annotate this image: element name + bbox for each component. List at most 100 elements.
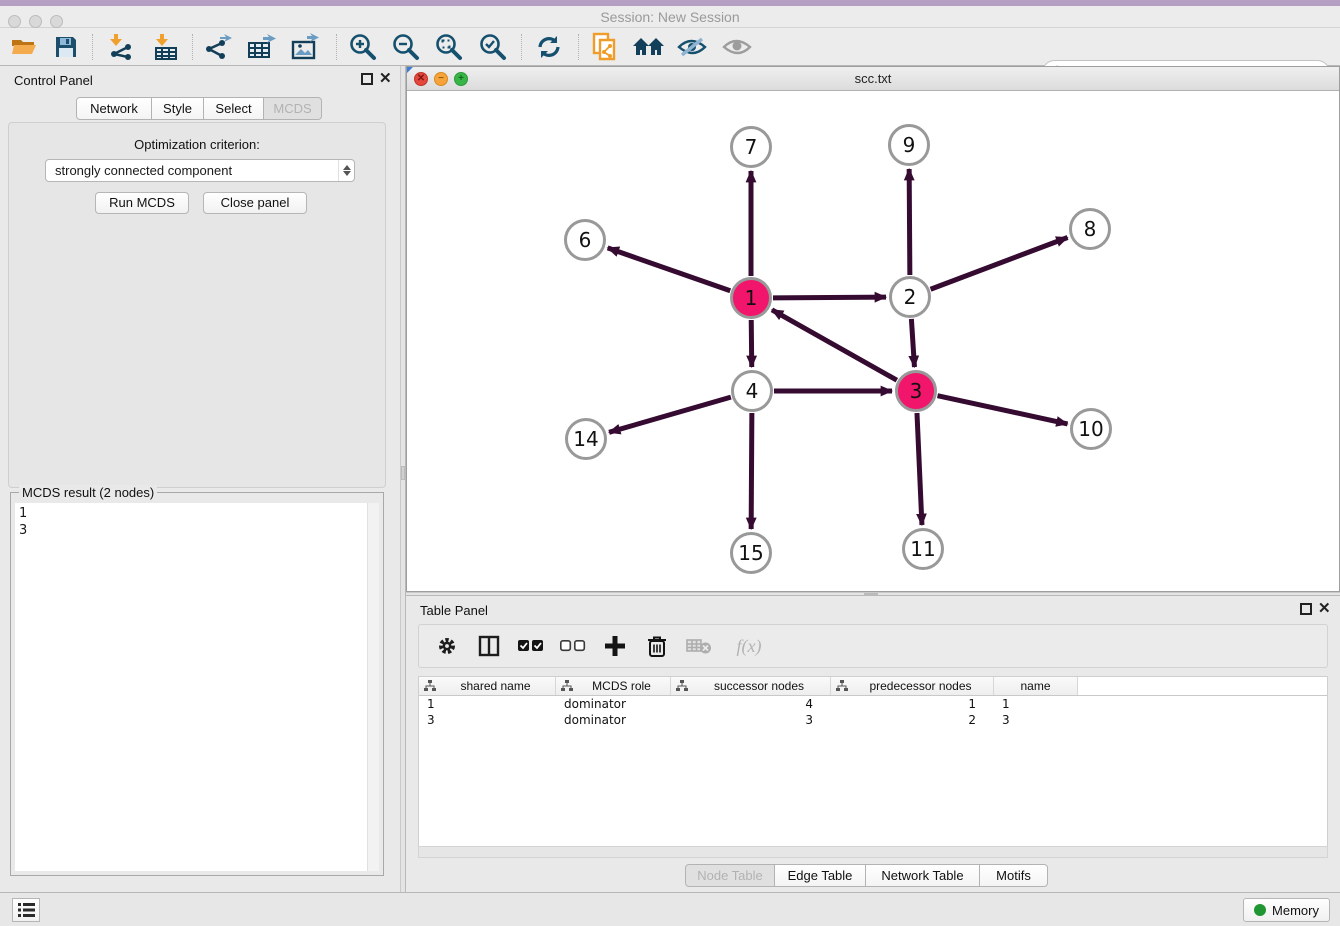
- close-panel-icon[interactable]: ✕: [1318, 601, 1331, 616]
- save-session-icon[interactable]: [48, 31, 84, 63]
- tab-edge-table[interactable]: Edge Table: [775, 864, 866, 887]
- export-table-icon[interactable]: [244, 31, 280, 63]
- node-label: 7: [745, 135, 758, 159]
- toolbar-separator: [521, 34, 522, 60]
- mcds-result-text[interactable]: 13: [15, 503, 367, 871]
- export-image-icon[interactable]: [288, 31, 324, 63]
- mcds-result-scrollbar[interactable]: [367, 503, 379, 871]
- deselect-all-icon[interactable]: [559, 632, 587, 660]
- cell-successor-nodes[interactable]: 3: [671, 712, 831, 728]
- node-4[interactable]: 4: [733, 372, 772, 411]
- tab-select[interactable]: Select: [204, 97, 264, 120]
- tab-network[interactable]: Network: [76, 97, 152, 120]
- column-visibility-icon[interactable]: [475, 632, 503, 660]
- cell-shared-name[interactable]: 1: [419, 696, 556, 712]
- cell-predecessor-nodes[interactable]: 2: [831, 712, 994, 728]
- network-canvas[interactable]: 7 9 6 8 1 2 4 3 14 10 15 11: [407, 91, 1339, 591]
- add-column-icon[interactable]: [601, 632, 629, 660]
- delete-table-icon[interactable]: [685, 632, 713, 660]
- node-10[interactable]: 10: [1072, 410, 1111, 449]
- table-row[interactable]: 3dominator323: [419, 712, 1327, 728]
- column-header-successor-nodes[interactable]: successor nodes: [671, 677, 831, 695]
- tab-node-table[interactable]: Node Table: [685, 864, 775, 887]
- cell-predecessor-nodes[interactable]: 1: [831, 696, 994, 712]
- tab-mcds[interactable]: MCDS: [264, 97, 322, 120]
- optimization-criterion-select[interactable]: strongly connected component: [45, 159, 355, 182]
- memory-button[interactable]: Memory: [1243, 898, 1330, 922]
- tab-motifs[interactable]: Motifs: [980, 864, 1048, 887]
- column-header-shared-name[interactable]: shared name: [419, 677, 556, 695]
- control-panel: Control Panel ✕ NetworkStyleSelectMCDS O…: [0, 66, 400, 892]
- node-14[interactable]: 14: [567, 420, 606, 459]
- network-window-titlebar[interactable]: ✕ − + scc.txt: [407, 67, 1339, 91]
- delete-column-icon[interactable]: [643, 632, 671, 660]
- cell-name[interactable]: 1: [994, 696, 1078, 712]
- zoom-selected-icon[interactable]: [475, 31, 511, 63]
- hide-selected-icon[interactable]: [674, 31, 710, 63]
- memory-label: Memory: [1272, 903, 1319, 918]
- cell-MCDS-role[interactable]: dominator: [556, 696, 671, 712]
- refresh-icon[interactable]: [531, 31, 567, 63]
- run-mcds-button[interactable]: Run MCDS: [95, 192, 189, 214]
- edge-3-10[interactable]: [937, 396, 1067, 424]
- edge-2-9[interactable]: [909, 169, 910, 275]
- new-network-from-selection-icon[interactable]: [587, 31, 623, 63]
- edge-4-14[interactable]: [609, 397, 731, 432]
- cell-MCDS-role[interactable]: dominator: [556, 712, 671, 728]
- tab-style[interactable]: Style: [152, 97, 204, 120]
- mcds-result-line: 1: [19, 505, 363, 522]
- import-table-icon[interactable]: [148, 31, 184, 63]
- app-titlebar: Session: New Session: [0, 6, 1340, 28]
- node-1[interactable]: 1: [732, 279, 771, 318]
- edge-2-3[interactable]: [911, 319, 914, 367]
- select-all-icon[interactable]: [517, 632, 545, 660]
- node-2[interactable]: 2: [891, 278, 930, 317]
- node-11[interactable]: 11: [904, 530, 943, 569]
- zoom-out-icon[interactable]: [388, 31, 424, 63]
- import-network-icon[interactable]: [102, 31, 138, 63]
- close-panel-button[interactable]: Close panel: [203, 192, 307, 214]
- task-history-button[interactable]: [12, 898, 40, 922]
- float-panel-icon[interactable]: [361, 73, 373, 85]
- cell-name[interactable]: 3: [994, 712, 1078, 728]
- edge-2-8[interactable]: [931, 237, 1068, 289]
- splitter-handle[interactable]: [864, 593, 878, 595]
- node-3[interactable]: 3: [897, 372, 936, 411]
- edge-3-11[interactable]: [917, 413, 922, 525]
- node-9[interactable]: 9: [890, 126, 929, 165]
- column-header-MCDS-role[interactable]: MCDS role: [556, 677, 671, 695]
- cell-shared-name[interactable]: 3: [419, 712, 556, 728]
- export-network-icon[interactable]: [201, 31, 237, 63]
- float-panel-icon[interactable]: [1300, 603, 1312, 615]
- node-8[interactable]: 8: [1071, 210, 1110, 249]
- table-horizontal-scrollbar[interactable]: [418, 846, 1328, 858]
- splitter-handle[interactable]: [401, 466, 405, 480]
- edge-1-6[interactable]: [608, 248, 731, 291]
- zoom-fit-icon[interactable]: [431, 31, 467, 63]
- node-15[interactable]: 15: [732, 534, 771, 573]
- table-row[interactable]: 1dominator411: [419, 696, 1327, 712]
- mcds-result-line: 3: [19, 522, 363, 539]
- table-toolbar: f(x): [418, 624, 1328, 668]
- edge-4-15[interactable]: [751, 413, 752, 529]
- open-session-icon[interactable]: [6, 31, 42, 63]
- column-header-empty: [1078, 677, 1327, 695]
- select-stepper-icon: [338, 160, 354, 181]
- toolbar-separator: [336, 34, 337, 60]
- node-7[interactable]: 7: [732, 128, 771, 167]
- column-header-predecessor-nodes[interactable]: predecessor nodes: [831, 677, 994, 695]
- control-panel-title: Control Panel: [14, 73, 93, 88]
- close-panel-icon[interactable]: ✕: [379, 71, 392, 86]
- edge-1-2[interactable]: [773, 297, 886, 298]
- function-builder-icon[interactable]: f(x): [727, 632, 771, 660]
- table-settings-icon[interactable]: [433, 632, 461, 660]
- tab-network-table[interactable]: Network Table: [866, 864, 980, 887]
- cell-successor-nodes[interactable]: 4: [671, 696, 831, 712]
- first-neighbors-icon[interactable]: [631, 31, 667, 63]
- show-all-icon[interactable]: [719, 31, 755, 63]
- node-6[interactable]: 6: [566, 221, 605, 260]
- column-header-name[interactable]: name: [994, 677, 1078, 695]
- edge-1-4[interactable]: [751, 320, 752, 367]
- zoom-in-icon[interactable]: [345, 31, 381, 63]
- edge-3-1[interactable]: [772, 310, 897, 380]
